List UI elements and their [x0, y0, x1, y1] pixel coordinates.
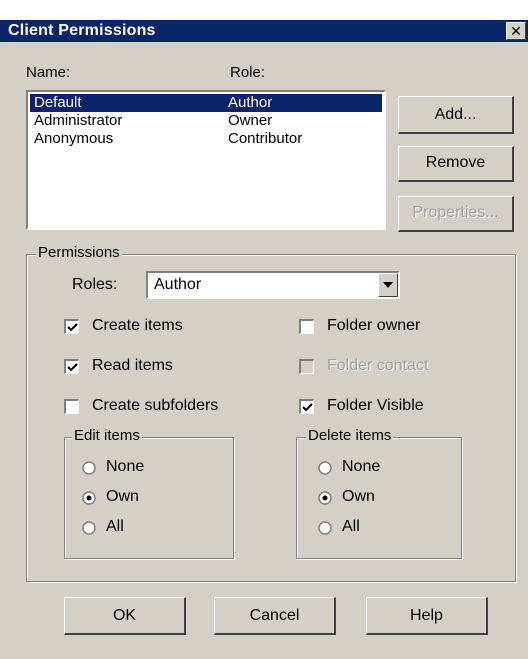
delete-all-label: All — [342, 518, 360, 535]
delete-own-radio[interactable] — [318, 491, 332, 505]
delete-items-group-label: Delete items — [306, 427, 394, 444]
folder-contact-checkbox[interactable] — [299, 359, 314, 374]
help-button[interactable]: Help — [366, 597, 488, 635]
chevron-down-icon — [383, 282, 393, 288]
checkmark-icon — [67, 363, 78, 372]
folder-owner-label: Folder owner — [327, 317, 421, 334]
create-subfolders-checkbox[interactable] — [64, 399, 79, 414]
checkmark-icon — [302, 403, 313, 412]
edit-own-label: Own — [106, 488, 139, 505]
edit-none-radio[interactable] — [82, 461, 96, 475]
list-item-name: Default — [34, 94, 82, 111]
close-button[interactable]: ✕ — [506, 22, 526, 40]
delete-none-radio[interactable] — [318, 461, 332, 475]
delete-none-label: None — [342, 458, 381, 475]
permissions-group-label: Permissions — [36, 244, 122, 261]
list-item-role: Author — [228, 94, 273, 111]
folder-visible-label: Folder Visible — [327, 397, 424, 414]
list-item-role: Owner — [228, 112, 273, 129]
edit-all-radio[interactable] — [82, 521, 96, 535]
close-icon: ✕ — [510, 23, 522, 39]
dropdown-arrow-button[interactable] — [378, 273, 398, 297]
list-item[interactable]: Anonymous Contributor — [30, 130, 382, 148]
edit-all-label: All — [106, 518, 124, 535]
window-title: Client Permissions — [8, 22, 156, 39]
roles-dropdown[interactable]: Author — [146, 271, 400, 299]
title-bar: Client Permissions ✕ — [0, 20, 528, 42]
create-items-checkbox[interactable] — [64, 319, 79, 334]
checkmark-icon — [67, 323, 78, 332]
permissions-listbox[interactable]: Default Author Administrator Owner Anony… — [26, 90, 386, 230]
read-items-label: Read items — [92, 357, 173, 374]
ok-button[interactable]: OK — [64, 597, 186, 635]
delete-all-radio[interactable] — [318, 521, 332, 535]
create-subfolders-label: Create subfolders — [92, 397, 219, 414]
top-band — [0, 0, 528, 20]
add-button[interactable]: Add... — [398, 96, 514, 134]
folder-visible-checkbox[interactable] — [299, 399, 314, 414]
read-items-checkbox[interactable] — [64, 359, 79, 374]
list-item-name: Anonymous — [34, 130, 114, 147]
client-permissions-dialog: Client Permissions ✕ Name: Role: Default… — [0, 0, 528, 659]
create-items-label: Create items — [92, 317, 183, 334]
remove-button[interactable]: Remove — [398, 146, 514, 182]
folder-contact-label: Folder contact — [327, 357, 429, 374]
list-item-name: Administrator — [34, 112, 123, 129]
edit-own-radio[interactable] — [82, 491, 96, 505]
edit-items-group-label: Edit items — [72, 427, 142, 444]
role-column-header: Role: — [230, 64, 266, 81]
roles-dropdown-value: Author — [154, 276, 202, 293]
name-column-header: Name: — [26, 64, 71, 81]
list-item[interactable]: Administrator Owner — [30, 112, 382, 130]
folder-owner-checkbox[interactable] — [299, 319, 314, 334]
delete-own-label: Own — [342, 488, 375, 505]
edit-none-label: None — [106, 458, 145, 475]
list-item-role: Contributor — [228, 130, 303, 147]
properties-button[interactable]: Properties... — [398, 196, 514, 232]
roles-label: Roles: — [72, 276, 118, 293]
cancel-button[interactable]: Cancel — [214, 597, 336, 635]
list-item[interactable]: Default Author — [30, 94, 382, 112]
